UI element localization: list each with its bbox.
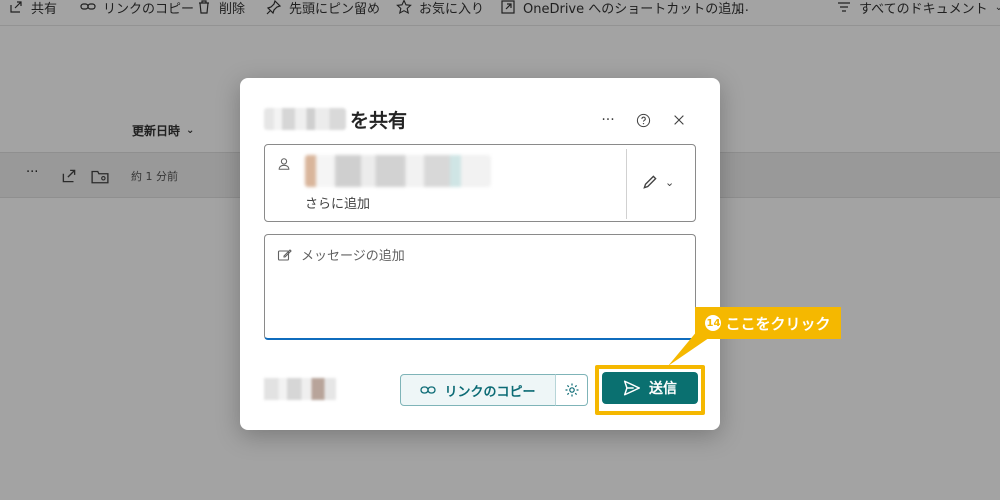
help-button[interactable] [633, 110, 653, 130]
blurred-recipient [305, 155, 491, 187]
chevron-down-icon: ⌄ [665, 175, 675, 189]
message-placeholder: メッセージの追加 [301, 249, 405, 264]
add-more-input[interactable]: さらに追加 [305, 193, 370, 212]
close-icon [674, 115, 684, 125]
blurred-owner [264, 378, 336, 400]
message-field[interactable]: メッセージの追加 [264, 234, 696, 340]
gear-icon [565, 383, 578, 397]
pencil-icon [643, 175, 657, 189]
step-number-badge: 14 [705, 315, 722, 331]
permission-dropdown[interactable]: ⌄ [641, 173, 674, 191]
people-picker[interactable]: さらに追加 ⌄ [264, 144, 696, 222]
divider [626, 149, 627, 219]
compose-icon [277, 249, 292, 261]
more-options-button[interactable]: ··· [598, 110, 618, 130]
copy-link-button[interactable]: リンクのコピー [400, 374, 556, 406]
dialog-title: を共有 [350, 110, 408, 132]
link-settings-button[interactable] [555, 374, 588, 406]
person-icon [278, 158, 290, 170]
callout-text: ここをクリック [725, 314, 831, 333]
blurred-file-name [264, 108, 346, 130]
share-dialog: を共有 ··· さらに追加 ⌄ メッセージの追加 リンクのコピー 送信 [240, 78, 720, 430]
copy-link-label: リンクのコピー [444, 384, 536, 400]
send-icon [623, 380, 641, 396]
help-icon [636, 113, 650, 127]
close-button[interactable] [669, 110, 689, 130]
send-label: 送信 [649, 381, 677, 397]
more-icon: ··· [601, 112, 615, 128]
instruction-callout: 14 ここをクリック [695, 307, 841, 339]
link-icon [420, 386, 437, 394]
